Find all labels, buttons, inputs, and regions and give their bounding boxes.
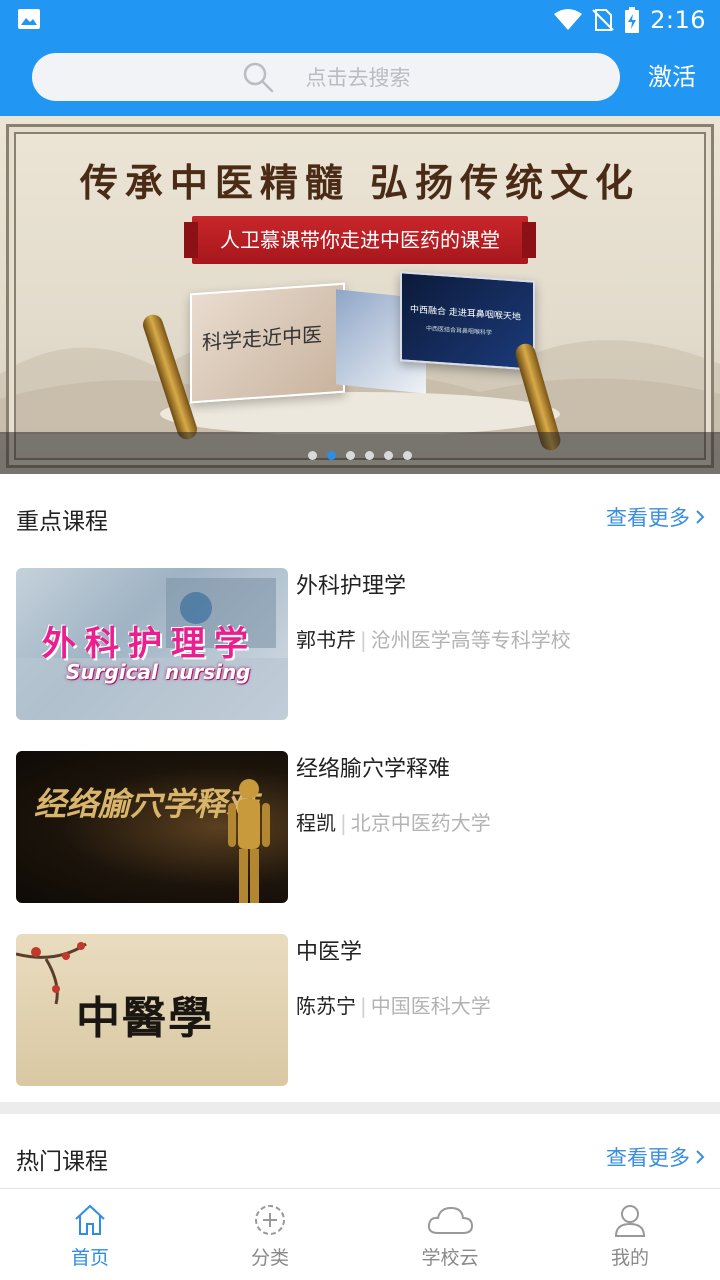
nav-label: 首页 [70,1247,109,1269]
cloud-icon [427,1206,474,1234]
activate-button[interactable]: 激活 [640,58,704,96]
featured-section-header: 重点课程 查看更多 [0,490,720,550]
home-icon [75,1204,105,1235]
course-thumbnail[interactable]: 中醫學 [16,934,288,1086]
thumbnail-title: 外科护理学 [42,624,257,664]
clock: 2:16 [650,6,706,34]
course-teacher: 陈苏宁 [296,994,356,1018]
thumbnail-title: 经络腧穴学释难 [34,785,259,823]
course-title[interactable]: 中医学 [296,934,362,966]
course-title[interactable]: 经络腧穴学释难 [296,751,450,783]
banner-slogan: 传承中医精髓 弘扬传统文化 [79,160,641,205]
chevron-right-icon [696,1150,705,1164]
carousel-dot[interactable] [403,451,412,460]
course-school: 沧州医学高等专科学校 [370,628,571,652]
search-bar[interactable]: 点击去搜索 [32,53,620,101]
carousel-dot[interactable] [365,451,374,460]
banner-card-left-title: 科学走近中医 [202,322,322,355]
course-meta: 陈苏宁 | 中国医科大学 [296,990,491,1019]
course-title[interactable]: 外科护理学 [296,568,406,600]
featured-more-link[interactable]: 查看更多 [606,502,706,532]
banner-carousel[interactable]: 传承中医精髓 弘扬传统文化 人卫慕课带你走进中医药的课堂 科学走近中医 中西融合… [0,116,720,474]
hot-section-header: 热门课程 查看更多 [0,1130,720,1190]
battery-charging-icon [625,7,640,33]
search-placeholder: 点击去搜索 [305,66,411,90]
app-header: 2:16 点击去搜索 激活 [0,0,720,116]
carousel-dot[interactable] [384,451,393,460]
course-item[interactable]: 中醫學 中医学 陈苏宁 | 中国医科大学 [0,934,720,1086]
meta-separator: | [340,811,347,835]
meta-separator: | [360,628,367,652]
course-meta: 程凯 | 北京中医药大学 [296,807,491,836]
course-thumbnail[interactable]: 外科护理学 Surgical nursing [16,568,288,720]
search-icon [243,62,273,93]
course-thumbnail[interactable]: 经络腧穴学释难 [16,751,288,903]
category-icon [255,1205,285,1235]
hot-more-label: 查看更多 [606,1146,690,1170]
section-divider [0,1102,720,1114]
hot-more-link[interactable]: 查看更多 [606,1142,706,1172]
course-meta: 郭书芹 | 沧州医学高等专科学校 [296,624,571,653]
course-teacher: 程凯 [296,811,336,835]
nav-label: 我的 [610,1247,649,1269]
carousel-dot[interactable] [308,451,317,460]
carousel-dot[interactable] [346,451,355,460]
featured-section-title: 重点课程 [16,509,108,535]
course-item[interactable]: 外科护理学 Surgical nursing 外科护理学 郭书芹 | 沧州医学高等专… [0,568,720,720]
carousel-dot[interactable] [327,451,336,460]
banner-card-left: 科学走近中医 [190,282,345,404]
course-school: 北京中医药大学 [350,811,491,835]
banner-card-right-title: 中西融合 走进耳鼻咽喉天地 [410,304,521,323]
course-school: 中国医科大学 [370,994,491,1018]
no-sim-icon [592,9,614,31]
banner-card-right: 中西融合 走进耳鼻咽喉天地 中西医结合耳鼻咽喉科学 [400,271,535,371]
chevron-right-icon [696,510,705,524]
user-icon [614,1205,646,1237]
image-notification-icon [18,9,40,29]
banner-ribbon: 人卫慕课带你走进中医药的课堂 [184,216,536,264]
nav-item-profile[interactable]: 我的 [540,1189,720,1280]
course-teacher: 郭书芹 [296,628,356,652]
featured-more-label: 查看更多 [606,506,690,530]
nav-item-category[interactable]: 分类 [180,1189,360,1280]
wifi-icon [554,9,583,30]
thumbnail-subtitle: Surgical nursing [66,660,251,684]
thumbnail-title: 中醫學 [76,993,214,1044]
meta-separator: | [360,994,367,1018]
carousel-dots [0,451,720,460]
bottom-navigation: 首页 分类 学校云 我的 [0,1188,720,1280]
acupuncture-figure-image [228,779,270,903]
nav-item-home[interactable]: 首页 [0,1189,180,1280]
hot-section-title: 热门课程 [16,1149,108,1175]
nav-label: 分类 [250,1247,289,1269]
course-item[interactable]: 经络腧穴学释难 经络腧穴学释难 程凯 | 北京中医药大学 [0,751,720,903]
nav-label: 学校云 [421,1247,479,1269]
nav-item-school-cloud[interactable]: 学校云 [360,1189,540,1280]
banner-card-right-subtitle: 中西医结合耳鼻咽喉科学 [426,325,493,337]
status-bar: 2:16 [0,0,720,40]
